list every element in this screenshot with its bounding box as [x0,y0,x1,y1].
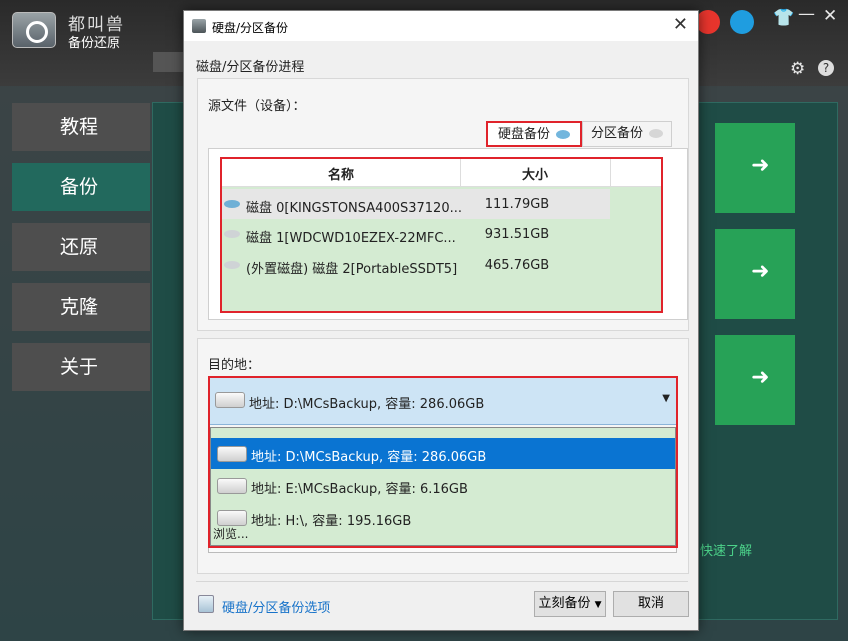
app-small-icon [192,19,206,33]
highlight-box [220,157,663,313]
sidebar-item-clone[interactable]: 克隆 [12,283,150,331]
go-tile-2[interactable]: ➜ [715,229,795,319]
help-icon[interactable]: ? [818,60,834,76]
progress-title: 磁盘/分区备份进程 [196,60,305,75]
quick-learn-link[interactable]: 快速了解 [700,540,752,559]
arrow-right-icon: ➜ [751,153,770,178]
sidebar-item-tutorial[interactable]: 教程 [12,103,150,151]
cancel-button[interactable]: 取消 [613,591,689,617]
sidebar-item-about[interactable]: 关于 [12,343,150,391]
go-tile-1[interactable]: ➜ [715,123,795,213]
sidebar-item-restore[interactable]: 还原 [12,223,150,271]
divider [196,581,688,582]
app-logo-icon [12,12,56,48]
tab-partition-backup[interactable]: 分区备份 [582,121,672,147]
brand-subtitle: 备份还原 [68,36,121,51]
options-icon [198,595,214,613]
backup-now-button[interactable]: 立刻备份 ▼ [534,591,606,617]
tab-label: 分区备份 [590,126,643,141]
backup-options-link[interactable]: 硬盘/分区备份选项 [222,597,330,616]
sidebar-item-label: 还原 [60,236,99,258]
sidebar-item-label: 克隆 [60,296,99,318]
disk-backup-dialog: 硬盘/分区备份 ✕ 磁盘/分区备份进程 源文件（设备）： 硬盘备份 分区备份 名… [183,10,699,631]
tab-disk-backup[interactable]: 硬盘备份 [486,121,582,147]
dialog-title: 硬盘/分区备份 [212,21,289,35]
settings-icon[interactable]: ⚙ [790,59,805,79]
destination-label: 目的地： [208,358,261,373]
disk-icon [556,130,570,139]
qq-icon[interactable] [730,10,754,34]
sidebar-item-label: 关于 [60,356,99,378]
highlight-box [208,376,678,548]
arrow-right-icon: ➜ [751,259,770,284]
source-label: 源文件（设备）： [208,99,306,114]
chevron-down-icon: ▼ [594,600,602,610]
weibo-icon[interactable] [696,10,720,34]
sidebar-item-label: 备份 [60,176,99,198]
sidebar-item-label: 教程 [60,116,99,138]
sidebar-item-backup[interactable]: 备份 [12,163,150,211]
close-icon[interactable]: ✕ [823,6,837,26]
dialog-close-button[interactable]: ✕ [673,14,688,35]
tab-label: 硬盘备份 [497,127,550,142]
dialog-titlebar: 硬盘/分区备份 ✕ [184,11,698,41]
partition-icon [649,129,663,138]
minimize-icon[interactable]: — [798,4,815,24]
shirt-icon[interactable]: 👕 [773,8,794,28]
go-tile-3[interactable]: ➜ [715,335,795,425]
backup-now-label: 立刻备份 [538,596,591,611]
arrow-right-icon: ➜ [751,365,770,390]
